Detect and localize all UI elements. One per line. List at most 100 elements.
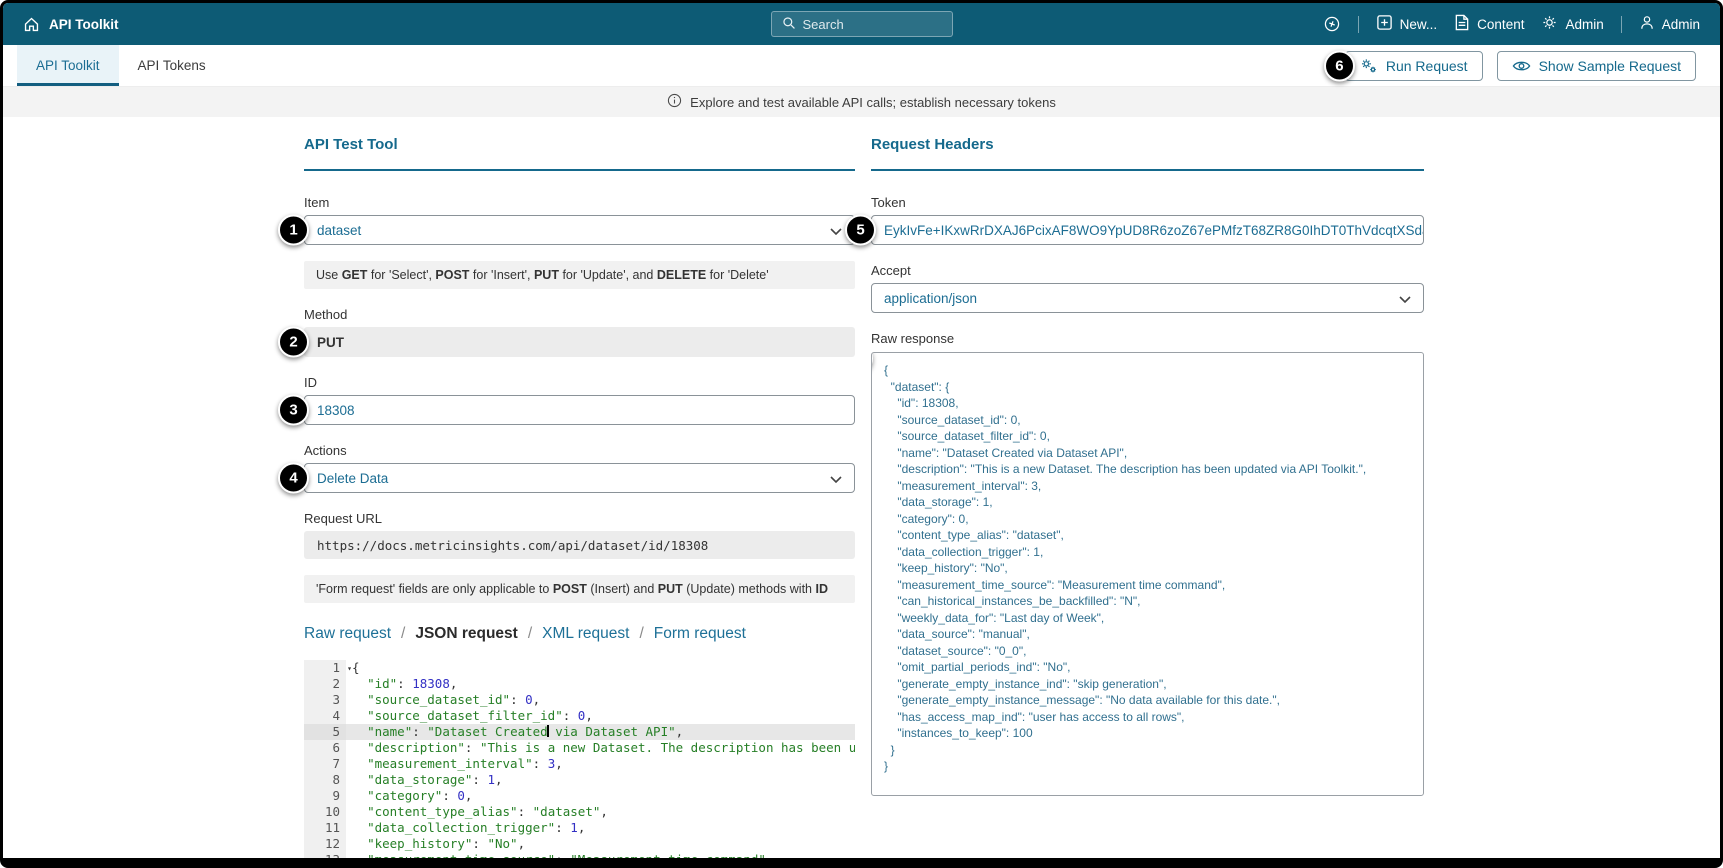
- api-test-tool-title: API Test Tool: [304, 136, 855, 171]
- main-content: API Test Tool Item 1 dataset Use GET for…: [3, 117, 1720, 868]
- item-select-value: dataset: [317, 223, 361, 238]
- new-menu[interactable]: New...: [1376, 14, 1438, 34]
- step-badge-2: 2: [278, 327, 309, 358]
- run-request-label: Run Request: [1386, 58, 1468, 74]
- editor-line: 10 "content_type_alias": "dataset",: [304, 804, 855, 820]
- app-window: API Toolkit Search: [0, 0, 1723, 868]
- editor-code-line[interactable]: "content_type_alias": "dataset",: [346, 804, 855, 820]
- gear-icon: [1541, 14, 1558, 34]
- accept-label: Accept: [871, 263, 1424, 278]
- editor-code-line[interactable]: "source_dataset_id": 0,: [346, 692, 855, 708]
- editor-line: 3 "source_dataset_id": 0,: [304, 692, 855, 708]
- raw-response-output[interactable]: 7 { "dataset": { "id": 18308, "source_da…: [871, 352, 1424, 796]
- admin-menu[interactable]: Admin: [1541, 14, 1603, 34]
- request-url-value-field: https://docs.metricinsights.com/api/data…: [304, 531, 855, 559]
- tab-api-toolkit[interactable]: API Toolkit: [17, 45, 119, 86]
- editor-code-line[interactable]: "measurement_interval": 3,: [346, 756, 855, 772]
- raw-response-field-group: Raw response 7 { "dataset": { "id": 1830…: [871, 331, 1424, 796]
- info-banner-text: Explore and test available API calls; es…: [690, 95, 1056, 110]
- editor-line-number: 6: [304, 740, 346, 756]
- info-icon: [667, 93, 682, 111]
- info-banner: Explore and test available API calls; es…: [3, 87, 1720, 117]
- request-url-field-group: Request URL https://docs.metricinsights.…: [304, 511, 855, 559]
- fold-caret-icon[interactable]: ▾: [347, 661, 352, 677]
- step-badge-4: 4: [278, 463, 309, 494]
- actions-label: Actions: [304, 443, 855, 458]
- editor-code-line[interactable]: "keep_history": "No",: [346, 836, 855, 852]
- show-sample-request-button[interactable]: Show Sample Request: [1497, 51, 1696, 81]
- request-format-tabs: Raw requestJSON requestXML requestForm r…: [304, 625, 855, 643]
- method-value-field: PUT: [304, 327, 855, 357]
- api-test-tool-panel: API Test Tool Item 1 dataset Use GET for…: [304, 136, 855, 868]
- request-tab-raw-request[interactable]: Raw request: [304, 625, 391, 643]
- id-input[interactable]: 18308: [304, 395, 855, 425]
- method-field-group: Method 2 PUT: [304, 307, 855, 357]
- editor-code-line[interactable]: {: [346, 660, 855, 676]
- chevron-down-icon: [830, 223, 842, 238]
- actions-field-group: Actions 4 Delete Data: [304, 443, 855, 493]
- request-tab-form-request[interactable]: Form request: [629, 625, 745, 643]
- account-menu[interactable]: Admin: [1639, 14, 1700, 34]
- editor-line: 11 "data_collection_trigger": 1,: [304, 820, 855, 836]
- page-actions: 6 Run Request Show Sample: [1345, 45, 1720, 86]
- chevron-down-icon: [830, 471, 842, 486]
- accept-select[interactable]: application/json: [871, 283, 1424, 313]
- accept-field-group: Accept application/json: [871, 263, 1424, 313]
- editor-code-line[interactable]: "category": 0,: [346, 788, 855, 804]
- token-input[interactable]: EykIvFe+IKxwRrDXAJ6PcixAF8WO9YpUD8R6zoZ6…: [871, 215, 1424, 245]
- request-headers-title: Request Headers: [871, 136, 1424, 171]
- editor-line: 8 "data_storage": 1,: [304, 772, 855, 788]
- admin-menu-label: Admin: [1565, 17, 1603, 32]
- page-tabs: API ToolkitAPI Tokens: [17, 45, 225, 86]
- editor-line-number: 11: [304, 820, 346, 836]
- step-badge-1: 1: [278, 215, 309, 246]
- content-menu[interactable]: Content: [1454, 14, 1524, 34]
- actions-select[interactable]: Delete Data: [304, 463, 855, 493]
- id-label: ID: [304, 375, 855, 390]
- run-gears-icon: [1360, 58, 1378, 74]
- item-label: Item: [304, 195, 855, 210]
- request-tab-xml-request[interactable]: XML request: [518, 625, 630, 643]
- editor-code-line[interactable]: "data_collection_trigger": 1,: [346, 820, 855, 836]
- editor-code-line[interactable]: "data_storage": 1,: [346, 772, 855, 788]
- step-badge-5: 5: [845, 215, 876, 246]
- editor-line: 2 "id": 18308,: [304, 676, 855, 692]
- navbar-actions: New... Content Admin: [1323, 14, 1700, 34]
- content-menu-label: Content: [1477, 17, 1524, 32]
- step-badge-7: 7: [871, 352, 873, 374]
- raw-response-text: { "dataset": { "id": 18308, "source_data…: [884, 362, 1411, 775]
- utility-icon[interactable]: [1323, 15, 1341, 33]
- search-icon: [782, 16, 796, 33]
- token-label: Token: [871, 195, 1424, 210]
- new-menu-label: New...: [1400, 17, 1438, 32]
- request-headers-panel: Request Headers Token 5 EykIvFe+IKxwRrDX…: [871, 136, 1424, 796]
- page-tabbar: API ToolkitAPI Tokens 6 Run Request: [3, 45, 1720, 87]
- editor-code-line[interactable]: "id": 18308,: [346, 676, 855, 692]
- json-request-editor[interactable]: 1▾{2 "id": 18308,3 "source_dataset_id": …: [304, 660, 855, 868]
- editor-line-number: 8: [304, 772, 346, 788]
- editor-code-line[interactable]: "source_dataset_filter_id": 0,: [346, 708, 855, 724]
- plus-square-icon: [1376, 14, 1393, 34]
- step-badge-3: 3: [278, 395, 309, 426]
- request-tab-json-request[interactable]: JSON request: [391, 625, 518, 643]
- navbar-divider: [1621, 16, 1622, 33]
- search-input[interactable]: Search: [771, 11, 953, 37]
- navbar-divider: [1358, 16, 1359, 33]
- home-link[interactable]: API Toolkit: [23, 16, 119, 33]
- editor-code-line[interactable]: "description": "This is a new Dataset. T…: [346, 740, 855, 756]
- editor-line-number: 13: [304, 852, 346, 868]
- method-help-note: Use GET for 'Select', POST for 'Insert',…: [304, 261, 855, 289]
- id-field-group: ID 3 18308: [304, 375, 855, 425]
- step-badge-6: 6: [1324, 50, 1355, 81]
- item-select[interactable]: dataset: [304, 215, 855, 245]
- editor-code-line[interactable]: "measurement_time_source": "Measurement …: [346, 852, 855, 868]
- editor-line: 13 "measurement_time_source": "Measureme…: [304, 852, 855, 868]
- editor-line: 4 "source_dataset_filter_id": 0,: [304, 708, 855, 724]
- run-request-button[interactable]: 6 Run Request: [1345, 51, 1483, 81]
- editor-line-number: 7: [304, 756, 346, 772]
- editor-code-line[interactable]: "name": "Dataset Created via Dataset API…: [346, 724, 855, 740]
- editor-line-number: 5: [304, 724, 346, 740]
- tab-api-tokens[interactable]: API Tokens: [119, 45, 225, 86]
- method-label: Method: [304, 307, 855, 322]
- request-url-label: Request URL: [304, 511, 855, 526]
